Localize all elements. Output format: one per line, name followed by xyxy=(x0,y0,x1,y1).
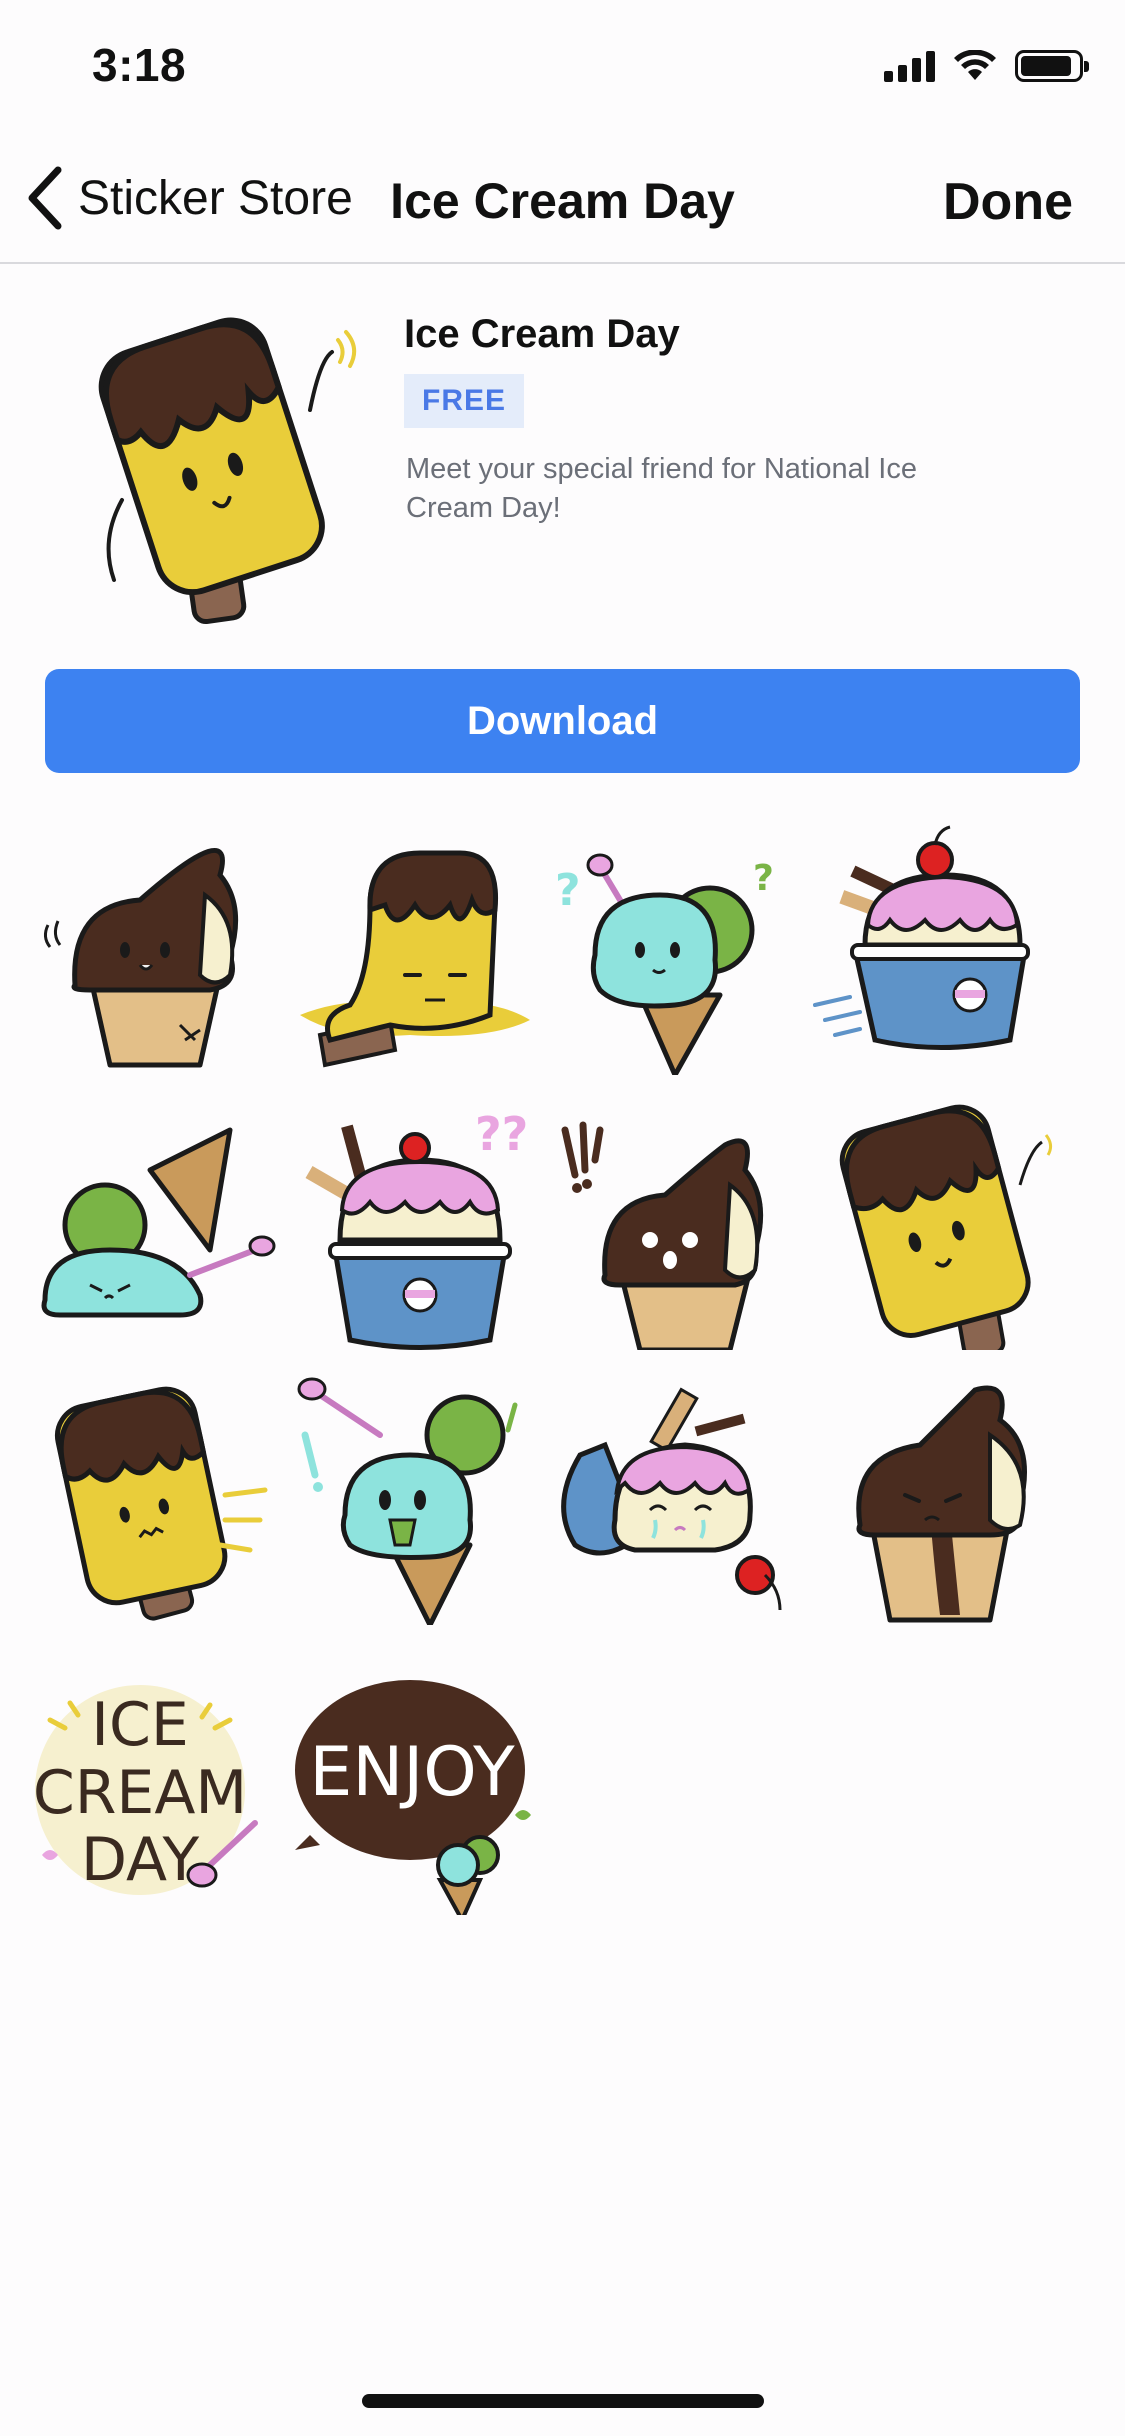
pack-title: Ice Cream Day xyxy=(404,312,680,356)
enjoy-text: ENJOY xyxy=(309,1733,515,1812)
status-time: 3:18 xyxy=(92,39,187,91)
sticker-sundae-cup-running[interactable] xyxy=(810,825,1060,1075)
lettering-line-1: ICE xyxy=(91,1690,189,1760)
sticker-ice-cream-day-lettering[interactable]: ICE CREAM DAY xyxy=(30,1665,280,1915)
sticker-melting-popsicle[interactable] xyxy=(290,825,540,1075)
sticker-soft-serve-chocolate[interactable] xyxy=(30,825,280,1075)
lettering-line-3: DAY xyxy=(81,1825,200,1895)
svg-text:?: ? xyxy=(555,865,581,916)
sticker-enjoy-bubble[interactable]: ENJOY xyxy=(290,1665,540,1915)
pack-hero-sticker xyxy=(70,300,360,630)
wifi-icon xyxy=(954,50,996,80)
home-indicator xyxy=(362,2394,764,2408)
download-button[interactable]: Download xyxy=(45,669,1080,773)
status-bar: 3:18 xyxy=(0,0,1125,132)
sticker-mint-scoop-excited[interactable] xyxy=(290,1375,540,1625)
sticker-sundae-cup-thinking[interactable]: ?? xyxy=(290,1100,540,1350)
battery-icon xyxy=(1015,50,1089,82)
svg-text:??: ?? xyxy=(475,1107,528,1161)
done-button[interactable]: Done xyxy=(943,172,1073,232)
status-icons xyxy=(884,50,1089,82)
lettering-line-2: CREAM xyxy=(33,1758,247,1828)
sticker-dropped-cone[interactable] xyxy=(30,1100,280,1350)
price-badge: FREE xyxy=(404,374,525,428)
sticker-spilled-cup-crying[interactable] xyxy=(545,1375,795,1625)
sticker-popsicle-waving[interactable] xyxy=(810,1100,1060,1350)
cellular-signal-icon xyxy=(884,50,935,82)
sticker-soft-serve-surprised[interactable] xyxy=(545,1100,795,1350)
pack-description: Meet your special friend for National Ic… xyxy=(406,453,917,524)
sticker-popsicle-running[interactable] xyxy=(30,1375,280,1625)
navigation-bar: Sticker Store Ice Cream Day Done xyxy=(0,132,1125,264)
sticker-mint-scoop-confused[interactable]: ? ? xyxy=(545,825,795,1075)
sticker-soft-serve-sad[interactable] xyxy=(810,1375,1060,1625)
svg-text:?: ? xyxy=(753,858,774,899)
